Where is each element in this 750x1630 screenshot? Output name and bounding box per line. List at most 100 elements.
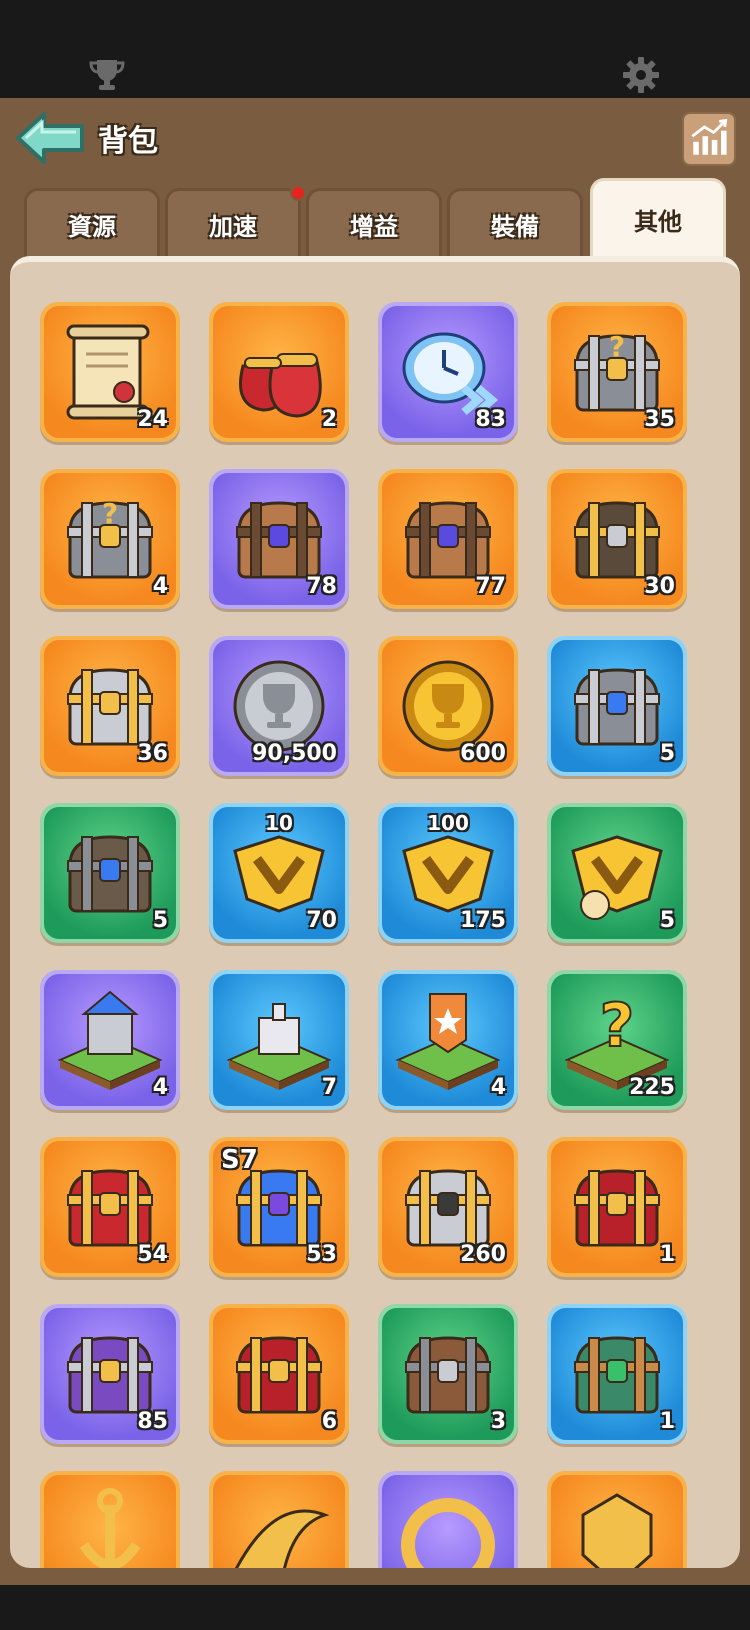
item-count: 1: [659, 1242, 675, 1267]
item-count: 7: [321, 1075, 337, 1100]
inventory-item[interactable]: 54: [40, 1137, 180, 1277]
inventory-item[interactable]: 85: [40, 1304, 180, 1444]
inventory-item[interactable]: 4: [378, 970, 518, 1110]
tab-label: 資源: [68, 213, 116, 241]
item-count: 6: [321, 1409, 337, 1434]
item-background: 2: [213, 306, 345, 438]
inventory-item[interactable]: [40, 1471, 180, 1568]
item-count: 24: [137, 407, 168, 432]
item-background: 5: [44, 807, 176, 939]
inventory-item[interactable]: [209, 1471, 349, 1568]
inventory-item[interactable]: 1: [547, 1304, 687, 1444]
item-background: 1: [551, 1308, 683, 1440]
tab-label: 其他: [634, 208, 682, 236]
inventory-item[interactable]: ? 4: [40, 469, 180, 609]
inventory-item[interactable]: 3: [378, 1304, 518, 1444]
item-background: 7: [213, 974, 345, 1106]
tab-equipment[interactable]: 裝備: [447, 188, 583, 258]
item-background: 6: [213, 1308, 345, 1440]
item-background: 600: [382, 640, 514, 772]
inventory-item[interactable]: 600: [378, 636, 518, 776]
item-count: 225: [629, 1075, 675, 1100]
tab-boosts[interactable]: 增益: [306, 188, 442, 258]
item-count: 2: [321, 407, 337, 432]
inventory-item[interactable]: 10 70: [209, 803, 349, 943]
item-background: ? 4: [44, 473, 176, 605]
tab-label: 裝備: [491, 213, 539, 241]
item-background: 10 70: [213, 807, 345, 939]
stats-chart-icon: [691, 118, 728, 155]
item-background: 5: [551, 807, 683, 939]
stats-button[interactable]: [682, 112, 736, 166]
item-level-label: 10: [265, 811, 293, 835]
inventory-item[interactable]: 90,500: [209, 636, 349, 776]
item-background: 78: [213, 473, 345, 605]
item-background: 3: [382, 1308, 514, 1440]
item-count: 78: [306, 574, 337, 599]
tab-other[interactable]: 其他: [590, 178, 726, 258]
inventory-item[interactable]: 2: [209, 302, 349, 442]
back-arrow-icon[interactable]: [14, 108, 88, 168]
item-background: 54: [44, 1141, 176, 1273]
item-background: [213, 1475, 345, 1568]
item-background: [551, 1475, 683, 1568]
inventory-item[interactable]: 5: [547, 636, 687, 776]
item-count: 4: [152, 1075, 168, 1100]
inventory-item[interactable]: ? 35: [547, 302, 687, 442]
horn-icon: [235, 1509, 330, 1568]
inventory-item[interactable]: 24: [40, 302, 180, 442]
inventory-item[interactable]: 78: [209, 469, 349, 609]
item-background: 36: [44, 640, 176, 772]
category-tabs: 資源 加速 增益 裝備 其他: [22, 178, 730, 258]
item-count: 35: [644, 407, 675, 432]
item-count: 5: [152, 908, 168, 933]
item-background: ? 225: [551, 974, 683, 1106]
inventory-item[interactable]: 30: [547, 469, 687, 609]
inventory-item[interactable]: 83: [378, 302, 518, 442]
inventory-panel: 24 2 83 ? 35 ? 4 78 77 30 36 90,500 600 …: [10, 256, 740, 1568]
system-nav-bar: [0, 1585, 750, 1630]
inventory-item[interactable]: 260: [378, 1137, 518, 1277]
season-badge: S7: [221, 1145, 258, 1175]
item-count: 83: [475, 407, 506, 432]
inventory-item[interactable]: 1: [547, 1137, 687, 1277]
inventory-item[interactable]: 36: [40, 636, 180, 776]
item-count: 54: [137, 1242, 168, 1267]
trophy-icon[interactable]: [88, 58, 126, 92]
svg-text:?: ?: [600, 991, 635, 1061]
item-count: 4: [490, 1075, 506, 1100]
inventory-item[interactable]: 6: [209, 1304, 349, 1444]
item-background: ? 35: [551, 306, 683, 438]
item-count: 36: [137, 741, 168, 766]
inventory-item[interactable]: [547, 1471, 687, 1568]
item-background: 4: [44, 974, 176, 1106]
tab-speedups[interactable]: 加速: [165, 185, 306, 258]
inventory-item[interactable]: 100 175: [378, 803, 518, 943]
inventory-item[interactable]: ? 225: [547, 970, 687, 1110]
item-background: 85: [44, 1308, 176, 1440]
item-background: 83: [382, 306, 514, 438]
item-count: 1: [659, 1409, 675, 1434]
item-background: 5: [551, 640, 683, 772]
svg-text:?: ?: [102, 497, 118, 530]
item-count: 5: [659, 908, 675, 933]
item-count: 90,500: [252, 741, 337, 766]
item-count: 260: [460, 1242, 506, 1267]
item-count: 30: [644, 574, 675, 599]
tab-resources[interactable]: 資源: [24, 188, 160, 258]
backpack-header: 背包: [0, 98, 750, 180]
item-count: 3: [490, 1409, 506, 1434]
inventory-item[interactable]: 77: [378, 469, 518, 609]
item-count: 5: [659, 741, 675, 766]
inventory-item[interactable]: 5: [40, 803, 180, 943]
inventory-item[interactable]: [378, 1471, 518, 1568]
item-background: 24: [44, 306, 176, 438]
inventory-item[interactable]: 5: [547, 803, 687, 943]
inventory-item[interactable]: 7: [209, 970, 349, 1110]
gear-icon[interactable]: [622, 56, 660, 94]
page-title: 背包: [98, 124, 158, 159]
item-background: 260: [382, 1141, 514, 1273]
inventory-item[interactable]: S7 53: [209, 1137, 349, 1277]
inventory-item[interactable]: 4: [40, 970, 180, 1110]
anchor-icon: [79, 1488, 141, 1568]
